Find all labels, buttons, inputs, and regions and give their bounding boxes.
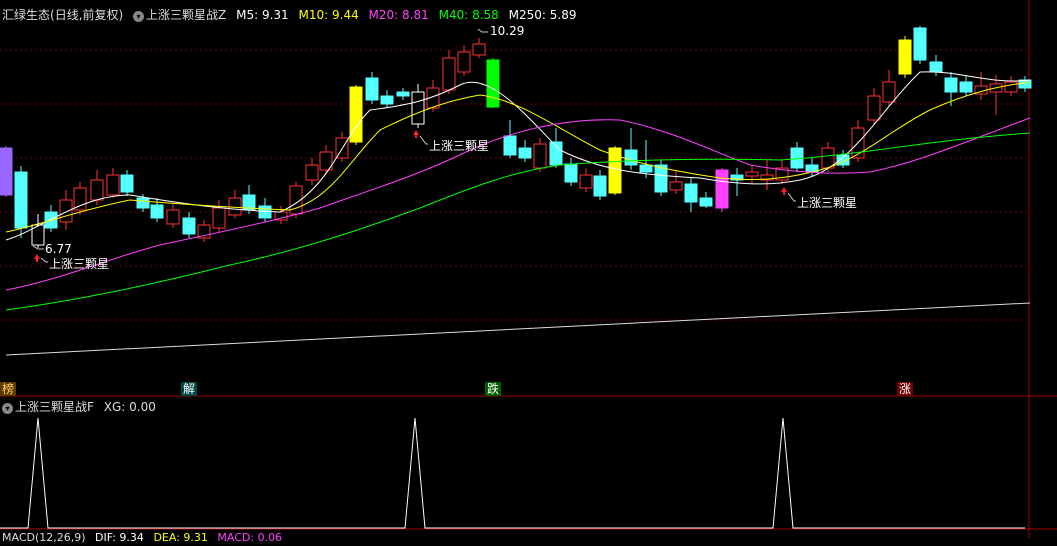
- xg-signal-line: [0, 417, 1025, 529]
- candle-body: [533, 143, 547, 169]
- candle-body: [867, 95, 881, 121]
- candle-body: [73, 187, 87, 211]
- moving-average-line: [5, 132, 1031, 311]
- sub-header: ▾ 上涨三颗星战F XG: 0.00: [2, 399, 162, 415]
- ma10-readout: M10: 9.44: [298, 8, 359, 22]
- candle-body: [715, 169, 729, 209]
- candle-body: [898, 39, 912, 75]
- circle-chevron-down-icon[interactable]: ▾: [2, 403, 13, 414]
- candle-body: [654, 164, 668, 193]
- candle-body: [396, 91, 410, 97]
- candle-body: [90, 179, 104, 201]
- ma250-readout: M250: 5.89: [508, 8, 577, 22]
- ma5-readout: M5: 9.31: [236, 8, 289, 22]
- candle-body: [1004, 81, 1018, 93]
- red-arrow-icon: [34, 130, 787, 262]
- signal-label: 上涨三颗星: [429, 139, 490, 153]
- marker-jie[interactable]: 解: [181, 382, 198, 396]
- candle-body: [821, 147, 835, 169]
- candle-body: [913, 27, 927, 61]
- chart-canvas: [0, 0, 1057, 538]
- candle-body: [136, 197, 150, 209]
- candle-body: [442, 57, 456, 91]
- candle-body: [150, 204, 164, 219]
- candle-body: [929, 61, 943, 73]
- moving-average-line: [5, 117, 1031, 291]
- candle-body: [305, 164, 319, 181]
- candle-body: [944, 77, 958, 93]
- candle-body: [212, 207, 226, 229]
- moving-average-line: [5, 302, 1031, 356]
- ma40-readout: M40: 8.58: [438, 8, 499, 22]
- candle-body: [503, 135, 517, 156]
- candle-body: [14, 171, 28, 229]
- marker-bang[interactable]: 榜: [0, 382, 17, 396]
- candle-body: [457, 51, 471, 73]
- ma20-readout: M20: 8.81: [368, 8, 429, 22]
- candle-body: [593, 175, 607, 197]
- candle-body: [182, 217, 196, 235]
- grid-lines: [0, 49, 1029, 321]
- candle-body: [959, 81, 973, 93]
- signal-label: 上涨三颗星: [49, 257, 110, 271]
- candle-body: [472, 43, 486, 56]
- candle-body: [380, 95, 394, 105]
- candle-body: [684, 183, 698, 203]
- candle-body: [699, 197, 713, 207]
- candle-body: [166, 209, 180, 225]
- candle-body: [106, 174, 120, 196]
- period-label: (日线,前复权): [50, 8, 124, 22]
- candle-body: [365, 77, 379, 101]
- candle-body: [59, 199, 73, 223]
- marker-die[interactable]: 跌: [485, 382, 502, 396]
- price-high-label: 10.29: [490, 24, 525, 38]
- candle-body: [564, 163, 578, 183]
- candle-body: [745, 171, 759, 177]
- candle-body: [518, 147, 532, 159]
- marker-zhang[interactable]: 涨: [897, 382, 914, 396]
- candle-body: [0, 147, 13, 196]
- candle-body: [639, 164, 653, 173]
- candle-body: [624, 149, 638, 166]
- circle-chevron-down-icon[interactable]: ▾: [133, 11, 145, 22]
- candles: [0, 26, 1032, 248]
- price-low-label: 6.77: [45, 242, 72, 256]
- main-header: 汇绿生态(日线,前复权) ▾ 上涨三颗星战Z M5: 9.31 M10: 9.44…: [2, 7, 583, 23]
- candle-body: [579, 174, 593, 189]
- sub-indicator-name[interactable]: 上涨三颗星战F: [15, 400, 94, 414]
- candle-body: [120, 174, 134, 193]
- stock-name: 汇绿生态: [2, 8, 51, 22]
- candle-body: [228, 197, 242, 216]
- indicator-name[interactable]: 上涨三颗星战Z: [146, 8, 226, 22]
- candle-body: [486, 59, 500, 108]
- xg-readout: XG: 0.00: [103, 400, 156, 414]
- candle-body: [882, 81, 896, 103]
- candle-body: [411, 91, 425, 125]
- macd-header: MACD(12,26,9) DIF: 9.34 DEA: 9.31 MACD: …: [2, 530, 288, 546]
- signal-label: 上涨三颗星: [797, 196, 858, 210]
- candle-body: [669, 181, 683, 191]
